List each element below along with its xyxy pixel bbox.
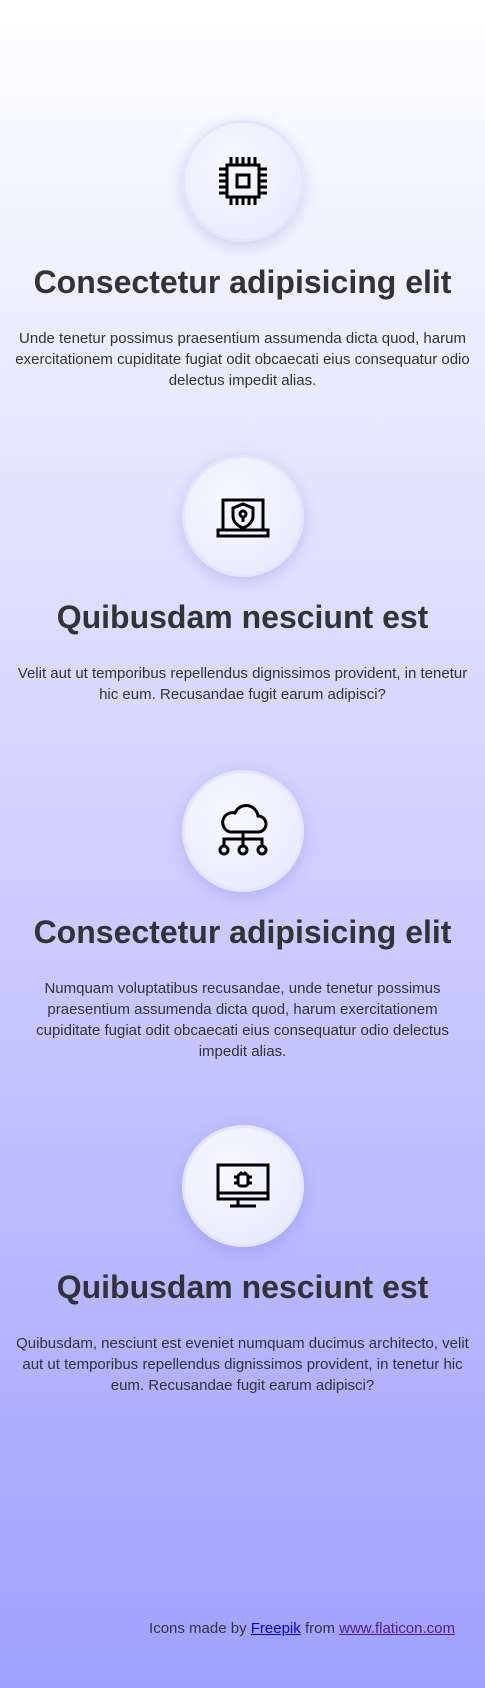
monitor-bug-icon bbox=[216, 1163, 269, 1208]
feature-3: Consectetur adipisicing elit Numquam vol… bbox=[0, 770, 485, 1062]
freepik-link[interactable]: Freepik bbox=[251, 1620, 301, 1637]
feature-text: Velit aut ut temporibus repellendus dign… bbox=[17, 665, 468, 703]
attribution-prefix: Icons made by bbox=[149, 1620, 251, 1637]
feature-2: Quibusdam nesciunt est Velit aut ut temp… bbox=[0, 455, 485, 705]
feature-title: Consectetur adipisicing elit bbox=[33, 264, 452, 300]
feature-text: Unde tenetur possimus praesentium assume… bbox=[15, 330, 470, 389]
cloud-network-icon bbox=[218, 804, 267, 856]
feature-1: Consectetur adipisicing elit Unde tenetu… bbox=[0, 120, 485, 391]
cpu-chip-icon bbox=[218, 157, 267, 205]
icon-circle bbox=[181, 455, 304, 577]
icon-circle bbox=[181, 770, 304, 892]
feature-text: Quibusdam, nesciunt est eveniet numquam … bbox=[16, 1335, 469, 1394]
attribution-middle: from bbox=[300, 1620, 340, 1637]
feature-text: Numquam voluptatibus recusandae, unde te… bbox=[36, 980, 449, 1060]
icon-circle bbox=[181, 1125, 304, 1247]
feature-title: Quibusdam nesciunt est bbox=[56, 599, 429, 635]
icon-circle bbox=[181, 120, 304, 242]
feature-4: Quibusdam nesciunt est Quibusdam, nesciu… bbox=[0, 1125, 485, 1396]
laptop-shield-icon bbox=[216, 498, 269, 538]
feature-title: Quibusdam nesciunt est bbox=[56, 1269, 429, 1305]
attribution: Icons made by Freepik from www.flaticon.… bbox=[149, 1620, 455, 1637]
flaticon-link[interactable]: www.flaticon.com bbox=[339, 1620, 455, 1637]
feature-title: Consectetur adipisicing elit bbox=[33, 914, 452, 950]
